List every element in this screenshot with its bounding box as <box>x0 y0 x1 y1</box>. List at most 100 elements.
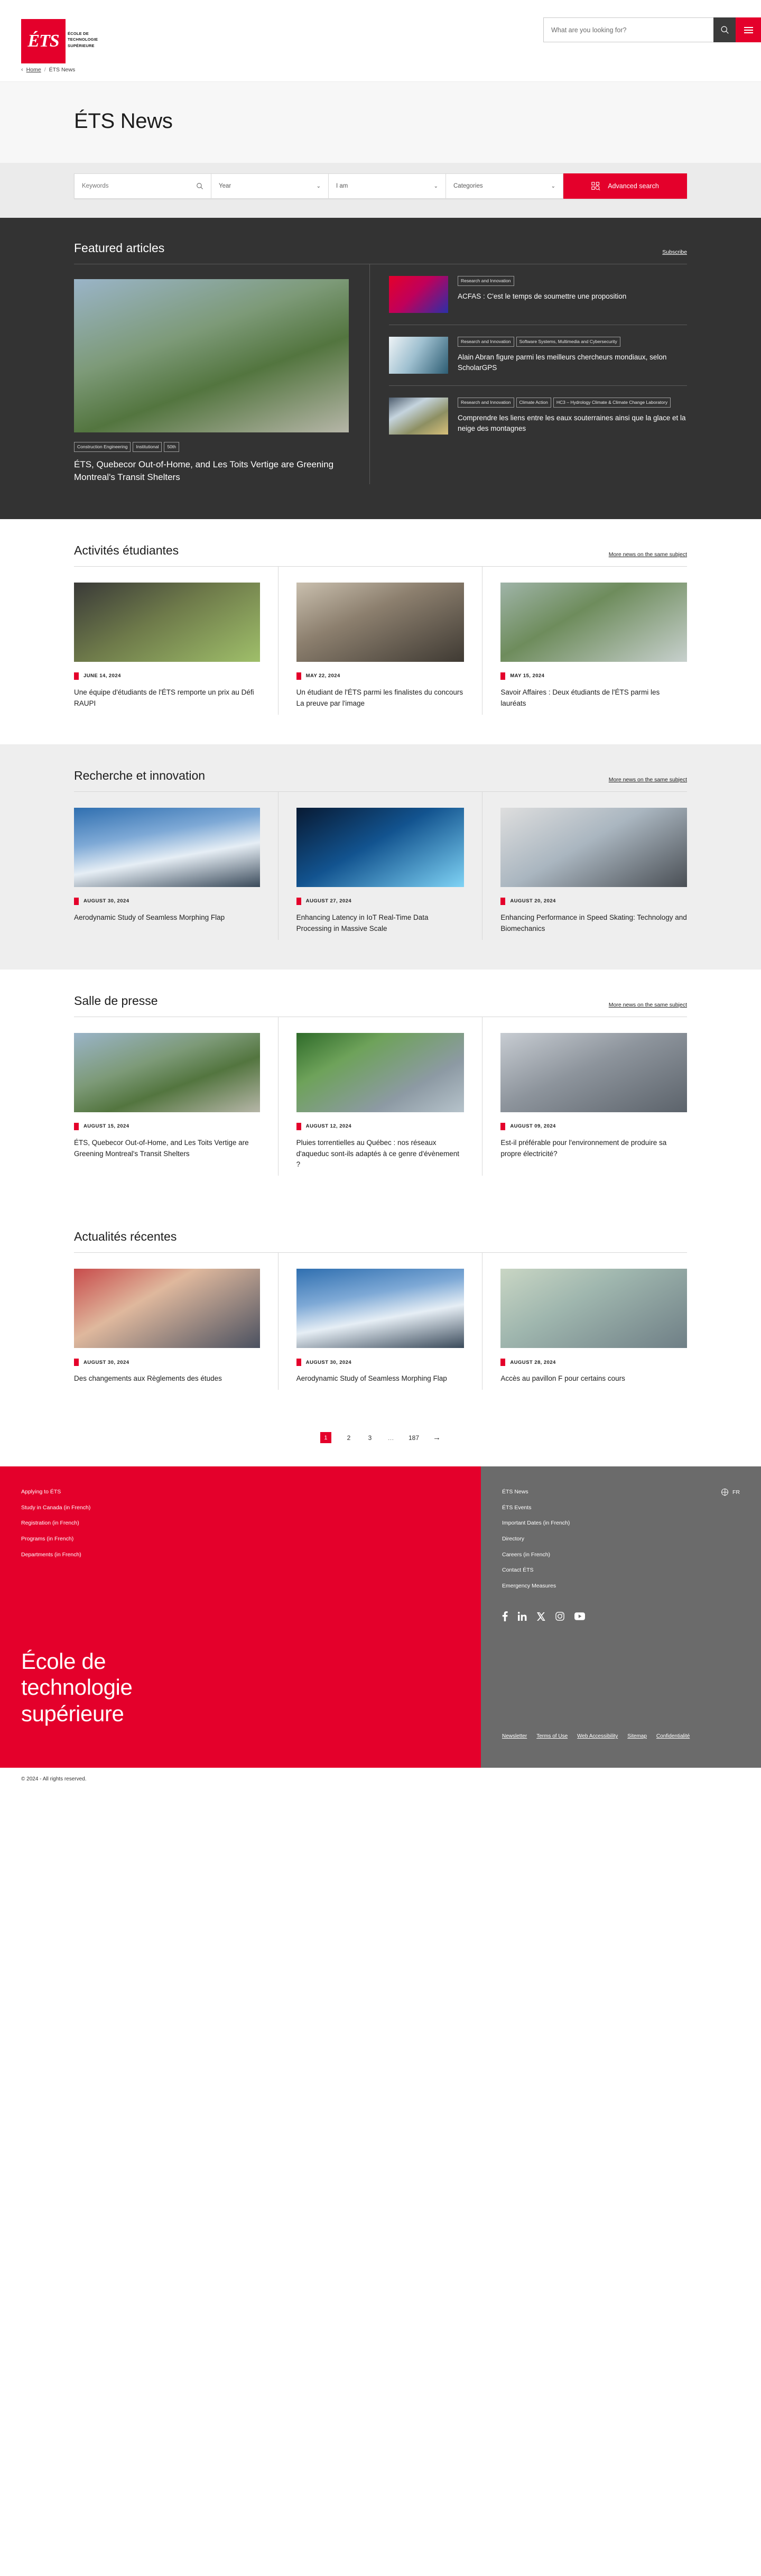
footer-link-directory[interactable]: Directory <box>502 1536 740 1543</box>
categories-filter-label: Categories <box>453 183 483 189</box>
footer-link-contact[interactable]: Contact ÉTS <box>502 1567 740 1574</box>
footer-link-programs[interactable]: Programs (in French) <box>21 1536 481 1543</box>
tag[interactable]: Research and Innovation <box>458 398 514 408</box>
linkedin-icon[interactable] <box>518 1612 527 1621</box>
header-actions <box>543 17 761 42</box>
tag[interactable]: Construction Engineering <box>74 442 131 452</box>
filter-band: Year ⌄ I am ⌄ Categories ⌄ Advanced s <box>0 163 761 218</box>
article-image <box>296 582 465 662</box>
footer-link-applying[interactable]: Applying to ÉTS <box>21 1489 481 1495</box>
x-twitter-icon[interactable] <box>537 1612 545 1621</box>
article-tags: Research and Innovation Software Systems… <box>458 337 687 347</box>
year-filter-select[interactable]: Year ⌄ <box>211 173 329 199</box>
header-search-input[interactable] <box>543 17 713 42</box>
header-search-button[interactable] <box>713 17 736 42</box>
page-ellipsis: … <box>387 1434 395 1442</box>
chevron-down-icon: ⌄ <box>551 183 555 189</box>
page-button-2[interactable]: 2 <box>345 1434 352 1442</box>
featured-side-article[interactable]: Research and Innovation ACFAS : C'est le… <box>389 264 687 325</box>
article-card[interactable]: AUGUST 09, 2024 Est-il préférable pour l… <box>482 1017 687 1176</box>
tag[interactable]: Software Systems, Multimedia and Cyberse… <box>516 337 620 347</box>
keywords-input[interactable] <box>82 183 185 189</box>
page-button-1[interactable]: 1 <box>320 1432 331 1444</box>
article-card[interactable]: AUGUST 30, 2024 Des changements aux Règl… <box>74 1253 279 1390</box>
article-card[interactable]: AUGUST 27, 2024 Enhancing Latency in IoT… <box>279 791 483 940</box>
article-card[interactable]: MAY 22, 2024 Un étudiant de l'ÉTS parmi … <box>279 566 483 715</box>
footer-link-ets-events[interactable]: ÉTS Events <box>502 1504 740 1511</box>
footer-link-careers[interactable]: Careers (in French) <box>502 1552 740 1558</box>
article-date: MAY 22, 2024 <box>296 672 465 680</box>
categories-filter-select[interactable]: Categories ⌄ <box>446 173 563 199</box>
page-button-last[interactable]: 187 <box>409 1434 419 1442</box>
date-marker-icon <box>74 1359 79 1367</box>
featured-side-article[interactable]: Research and Innovation Software Systems… <box>389 325 687 386</box>
site-footer: Applying to ÉTS Study in Canada (in Fren… <box>0 1466 761 1768</box>
article-card[interactable]: MAY 15, 2024 Savoir Affaires : Deux étud… <box>482 567 687 715</box>
section-header: Activités étudiantes More news on the sa… <box>74 543 687 566</box>
section-title: Actualités récentes <box>74 1230 177 1244</box>
legal-link-newsletter[interactable]: Newsletter <box>502 1733 527 1739</box>
article-date: AUGUST 12, 2024 <box>296 1122 465 1130</box>
advanced-search-label: Advanced search <box>608 182 659 190</box>
tag[interactable]: Research and Innovation <box>458 337 514 347</box>
footer-link-emergency[interactable]: Emergency Measures <box>502 1583 740 1590</box>
tag[interactable]: Research and Innovation <box>458 276 514 286</box>
more-news-link[interactable]: More news on the same subject <box>609 1002 687 1008</box>
legal-link-accessibility[interactable]: Web Accessibility <box>577 1733 618 1739</box>
legal-link-terms[interactable]: Terms of Use <box>536 1733 568 1739</box>
main-menu-button[interactable] <box>736 17 761 42</box>
footer-link-important-dates[interactable]: Important Dates (in French) <box>502 1520 740 1527</box>
facebook-icon[interactable] <box>502 1611 508 1622</box>
i-am-filter-select[interactable]: I am ⌄ <box>329 173 446 199</box>
keywords-filter[interactable] <box>74 173 211 199</box>
article-image <box>500 1032 687 1112</box>
article-card[interactable]: AUGUST 20, 2024 Enhancing Performance in… <box>482 792 687 940</box>
date-marker-icon <box>500 1122 506 1130</box>
article-date-text: AUGUST 12, 2024 <box>305 1123 352 1130</box>
tag[interactable]: Institutional <box>133 442 162 452</box>
footer-link-ets-news[interactable]: ÉTS News <box>502 1489 740 1495</box>
next-page-arrow-icon[interactable]: → <box>433 1433 441 1442</box>
featured-side-article[interactable]: Research and Innovation Climate Action H… <box>389 386 687 446</box>
legal-link-confidentialite[interactable]: Confidentialité <box>656 1733 690 1739</box>
footer-wordmark: École de technologie supérieure <box>21 1648 133 1727</box>
article-date-text: AUGUST 27, 2024 <box>305 898 352 904</box>
breadcrumb-back-chevron-icon[interactable]: ‹ <box>21 67 23 73</box>
tag[interactable]: 50th <box>164 442 179 452</box>
footer-link-departments[interactable]: Departments (in French) <box>21 1552 481 1558</box>
article-date: AUGUST 28, 2024 <box>500 1359 687 1367</box>
more-news-link[interactable]: More news on the same subject <box>609 551 687 558</box>
article-title: Une équipe d'étudiants de l'ÉTS remporte… <box>74 688 254 707</box>
ets-logo[interactable]: ÉTS <box>21 19 66 63</box>
footer-grey-column: FR ÉTS News ÉTS Events Important Dates (… <box>481 1466 761 1768</box>
language-switcher[interactable]: FR <box>721 1489 740 1496</box>
advanced-search-button[interactable]: Advanced search <box>563 173 687 199</box>
article-title: Un étudiant de l'ÉTS parmi les finaliste… <box>296 688 463 707</box>
page-title: ÉTS News <box>74 109 173 133</box>
featured-side-list: Research and Innovation ACFAS : C'est le… <box>370 264 687 484</box>
featured-main-article[interactable]: Construction Engineering Institutional 5… <box>74 264 370 484</box>
ets-logo-text: ÉTS <box>27 31 59 51</box>
breadcrumb-home-link[interactable]: Home <box>26 67 41 73</box>
hamburger-menu-icon <box>744 25 753 35</box>
more-news-link[interactable]: More news on the same subject <box>609 777 687 783</box>
article-card[interactable]: AUGUST 28, 2024 Accès au pavillon F pour… <box>482 1253 687 1390</box>
article-title: Aerodynamic Study of Seamless Morphing F… <box>296 1374 447 1383</box>
article-card[interactable]: JUNE 14, 2024 Une équipe d'étudiants de … <box>74 566 279 715</box>
page-button-3[interactable]: 3 <box>366 1434 374 1442</box>
subscribe-link[interactable]: Subscribe <box>662 249 687 255</box>
section-header: Salle de presse More news on the same su… <box>74 994 687 1017</box>
pagination-band: 1 2 3 … 187 → <box>0 1419 761 1467</box>
tag[interactable]: Climate Action <box>516 398 551 408</box>
copyright-bar: © 2024 - All rights reserved. <box>0 1768 761 1791</box>
footer-link-registration[interactable]: Registration (in French) <box>21 1520 481 1527</box>
article-card[interactable]: AUGUST 15, 2024 ÉTS, Quebecor Out-of-Hom… <box>74 1017 279 1176</box>
instagram-icon[interactable] <box>555 1612 564 1621</box>
youtube-icon[interactable] <box>574 1612 585 1621</box>
article-card[interactable]: AUGUST 30, 2024 Aerodynamic Study of Sea… <box>279 1253 483 1390</box>
footer-link-study-canada[interactable]: Study in Canada (in French) <box>21 1504 481 1511</box>
article-card[interactable]: AUGUST 30, 2024 Aerodynamic Study of Sea… <box>74 791 279 940</box>
article-card[interactable]: AUGUST 12, 2024 Pluies torrentielles au … <box>279 1017 483 1176</box>
legal-link-sitemap[interactable]: Sitemap <box>627 1733 647 1739</box>
tag[interactable]: HC3 – Hydrology Climate & Climate Change… <box>553 398 671 408</box>
